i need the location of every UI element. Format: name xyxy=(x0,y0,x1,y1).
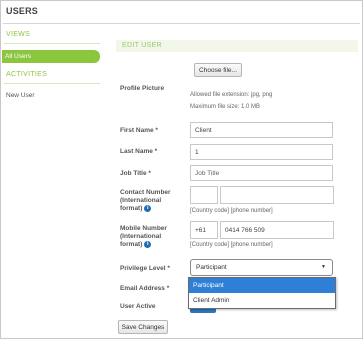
info-icon[interactable]: i xyxy=(144,241,152,248)
dropdown-option-client-admin[interactable]: Client Admin xyxy=(189,293,335,308)
first-name-label: First Name * xyxy=(120,127,158,134)
choose-file-button[interactable]: Choose file... xyxy=(194,63,242,77)
contact-number-label-line3: format) i xyxy=(120,205,171,213)
email-address-label: Email Address * xyxy=(120,285,170,292)
last-name-input[interactable]: 1 xyxy=(190,144,333,160)
dropdown-option-participant[interactable]: Participant xyxy=(189,278,335,293)
privilege-level-dropdown: Participant Client Admin xyxy=(188,277,336,309)
contact-number-label-line3-text: format) xyxy=(120,205,143,213)
mobile-phone-input[interactable]: 0414 766 509 xyxy=(220,221,334,239)
contact-number-label-line2: (International xyxy=(120,197,162,204)
form-heading: EDIT USER xyxy=(116,40,358,52)
mobile-number-label-line2: (International xyxy=(120,233,162,240)
contact-number-label: Contact Number (International format) i xyxy=(120,189,171,213)
sidebar-item-all-users[interactable]: All Users xyxy=(2,50,100,63)
sidebar: VIEWS All Users ACTIVITIES New User xyxy=(2,26,102,336)
mobile-number-label-line3-text: format) xyxy=(120,241,143,249)
mobile-number-hint: [Country code] [phone number] xyxy=(190,242,273,248)
page-title: USERS xyxy=(6,6,39,16)
views-heading: VIEWS xyxy=(6,31,31,38)
info-icon[interactable]: i xyxy=(144,205,152,212)
user-active-label: User Active xyxy=(120,303,156,310)
mobile-number-label: Mobile Number (International format) i xyxy=(120,225,167,249)
privilege-level-label: Privilege Level * xyxy=(120,265,170,272)
contact-number-label-line1: Contact Number xyxy=(120,189,171,196)
activities-divider xyxy=(4,83,100,84)
privilege-level-selected: Participant xyxy=(196,264,227,271)
caret-down-icon: ▼ xyxy=(321,264,326,270)
mobile-number-label-line1: Mobile Number xyxy=(120,225,167,232)
first-name-input[interactable]: Client xyxy=(190,122,333,138)
mobile-number-label-line3: format) i xyxy=(120,241,167,249)
contact-phone-input[interactable] xyxy=(220,186,334,204)
save-changes-button[interactable]: Save Changes xyxy=(118,320,168,334)
file-extension-hint: Allowed file extension: jpg, png xyxy=(190,92,273,98)
views-divider xyxy=(4,43,100,44)
mobile-country-code-input[interactable]: +61 xyxy=(190,221,218,239)
activities-heading: ACTIVITIES xyxy=(6,71,48,78)
sidebar-item-new-user[interactable]: New User xyxy=(6,92,35,99)
contact-country-code-input[interactable] xyxy=(190,186,218,204)
job-title-label: Job Title * xyxy=(120,170,151,177)
last-name-label: Last Name * xyxy=(120,148,158,155)
profile-picture-label: Profile Picture xyxy=(120,85,165,92)
contact-number-hint: [Country code] [phone number] xyxy=(190,208,273,214)
privilege-level-select[interactable]: Participant ▼ xyxy=(190,259,333,276)
file-size-hint: Maximum file size: 1.0 MB xyxy=(190,104,261,110)
title-divider xyxy=(3,23,360,24)
job-title-input[interactable]: Job Title xyxy=(190,165,333,181)
